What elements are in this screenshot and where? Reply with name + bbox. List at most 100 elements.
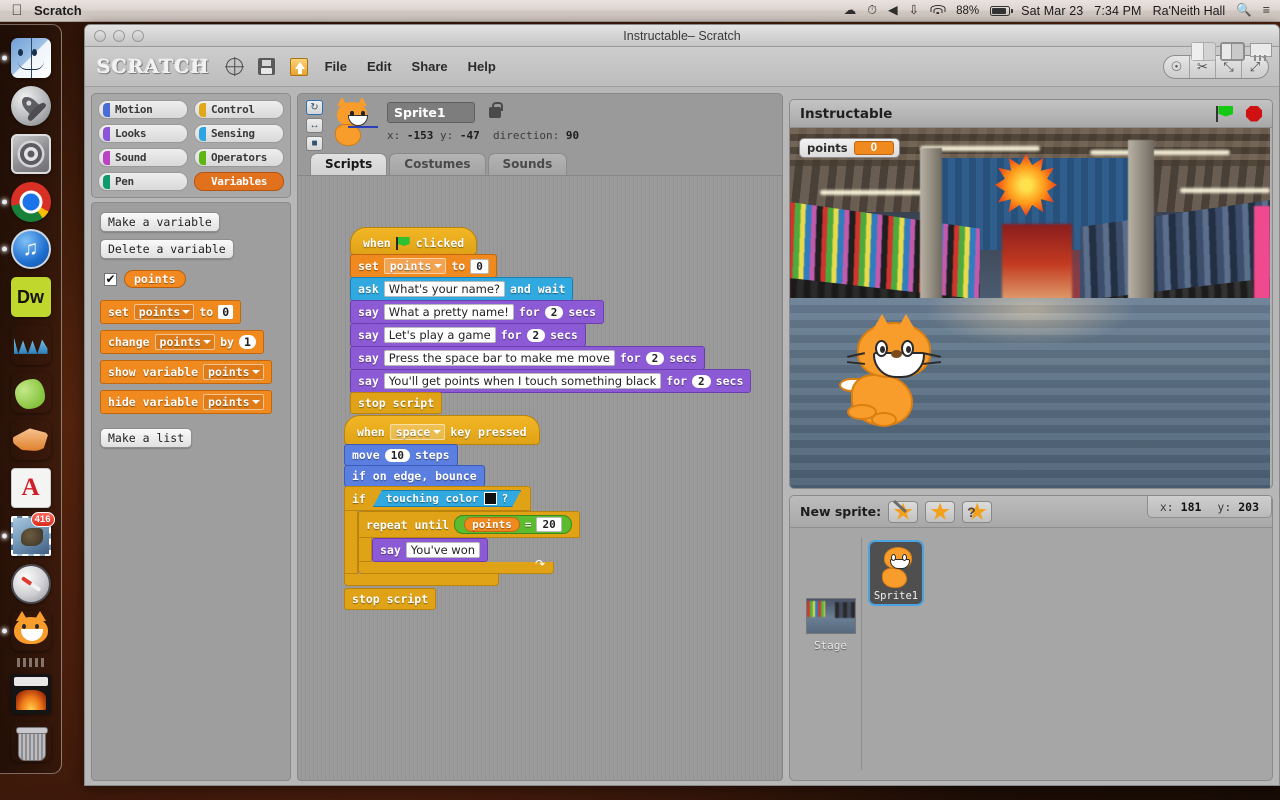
dock-item-word-app[interactable] <box>9 324 53 367</box>
variable-watcher-row[interactable]: points <box>104 270 282 288</box>
script-stack-green-flag[interactable]: when clicked set points to 0 ask What's … <box>350 227 752 414</box>
palette-block-hide-variable[interactable]: hide variable points <box>100 390 272 414</box>
set-value-input[interactable]: 0 <box>470 258 489 274</box>
lock-icon[interactable] <box>489 102 503 118</box>
stamp-icon[interactable]: ☉ <box>1164 55 1190 78</box>
block-when-key-pressed[interactable]: when space key pressed <box>344 415 540 445</box>
say-secs-input-1[interactable]: 2 <box>544 305 564 319</box>
say-text-input[interactable]: You've won <box>405 542 481 558</box>
block-say[interactable]: say You've won <box>372 538 489 562</box>
dock-item-green-app[interactable] <box>9 371 53 414</box>
dock-item-safari[interactable] <box>9 562 53 605</box>
dock-item-powerpoint-app[interactable] <box>9 419 53 462</box>
category-sound[interactable]: Sound <box>98 148 188 167</box>
category-control[interactable]: Control <box>194 100 284 119</box>
stop-sign-icon[interactable] <box>1246 105 1262 122</box>
search-icon[interactable]: 🔍 <box>1236 4 1252 17</box>
globe-icon[interactable] <box>224 56 246 78</box>
color-swatch-icon[interactable] <box>484 492 497 505</box>
flip-horizontal-icon[interactable]: ↔ <box>306 118 323 133</box>
tab-scripts[interactable]: Scripts <box>310 153 388 175</box>
dock-item-scratch[interactable] <box>9 610 53 653</box>
green-flag-icon[interactable] <box>1216 105 1234 122</box>
normal-stage-icon[interactable] <box>1220 41 1245 61</box>
category-sensing[interactable]: Sensing <box>194 124 284 143</box>
ask-question-input[interactable]: What's your name? <box>383 281 506 297</box>
delete-a-variable-button[interactable]: Delete a variable <box>100 239 234 259</box>
hide-variable-dropdown[interactable]: points <box>203 394 264 410</box>
apple-menu-icon[interactable]:  <box>0 3 34 18</box>
menubar-date[interactable]: Sat Mar 23 <box>1021 4 1083 18</box>
dock-item-trash[interactable] <box>9 720 53 763</box>
dock-item-mail[interactable]: 416 <box>9 511 55 558</box>
wifi-icon[interactable] <box>930 5 946 16</box>
points-reporter[interactable]: points <box>464 517 520 532</box>
volume-icon[interactable]: ◀ <box>888 4 898 17</box>
say-text-input-3[interactable]: Press the space bar to make me move <box>383 350 615 366</box>
make-a-list-button[interactable]: Make a list <box>100 428 193 448</box>
block-say-for-secs-3[interactable]: say Press the space bar to make me move … <box>350 346 705 370</box>
sprite-list[interactable]: Stage Sprite1 <box>790 528 1272 780</box>
set-variable-dropdown[interactable]: points <box>383 258 447 274</box>
variable-checkbox[interactable] <box>104 272 117 286</box>
category-operators[interactable]: Operators <box>194 148 284 167</box>
battery-icon[interactable] <box>990 5 1013 16</box>
dock-item-google-chrome[interactable] <box>9 180 53 223</box>
small-stage-icon[interactable] <box>1191 41 1216 61</box>
palette-block-change-variable[interactable]: change points by 1 <box>100 330 264 354</box>
block-if-on-edge-bounce[interactable]: if on edge, bounce <box>344 465 485 487</box>
stage-thumbnail[interactable] <box>805 598 856 634</box>
export-icon[interactable] <box>288 56 310 78</box>
menu-help[interactable]: Help <box>463 57 501 76</box>
change-variable-dropdown[interactable]: points <box>154 334 216 350</box>
dock-item-adobe-acrobat[interactable] <box>9 467 53 510</box>
palette-blocks-list[interactable]: Make a variable Delete a variable points… <box>91 202 291 781</box>
no-rotate-icon[interactable]: ■ <box>306 136 323 151</box>
import-sprite-icon[interactable] <box>925 500 956 523</box>
say-secs-input-2[interactable]: 2 <box>526 328 546 342</box>
rotate-icon[interactable]: ↻ <box>306 100 323 115</box>
variable-watcher-points[interactable]: points 0 <box>799 138 901 158</box>
key-dropdown[interactable]: space <box>389 424 446 440</box>
dock-item-fireplace-folder[interactable] <box>9 672 53 715</box>
say-text-input-4[interactable]: You'll get points when I touch something… <box>383 373 662 389</box>
script-stack-key-pressed[interactable]: when space key pressed move 10 steps if … <box>344 415 580 610</box>
if-header[interactable]: if touching color ? <box>344 486 532 511</box>
block-move-steps[interactable]: move 10 steps <box>344 444 458 466</box>
palette-block-set-variable[interactable]: set points to 0 <box>100 300 242 324</box>
set-value-input[interactable]: 0 <box>218 305 234 319</box>
presentation-icon[interactable] <box>1249 42 1272 61</box>
block-stop-script-2[interactable]: stop script <box>344 588 437 610</box>
category-looks[interactable]: Looks <box>98 124 188 143</box>
active-app-name[interactable]: Scratch <box>34 3 96 18</box>
stage-canvas[interactable]: points 0 <box>790 128 1270 488</box>
battery-percent[interactable]: 88% <box>956 5 979 17</box>
block-ask-and-wait[interactable]: ask What's your name? and wait <box>350 277 574 301</box>
block-when-green-flag-clicked[interactable]: when clicked <box>350 227 478 255</box>
menubar-user[interactable]: Ra'Neith Hall <box>1153 4 1226 18</box>
make-a-variable-button[interactable]: Make a variable <box>100 212 220 232</box>
palette-block-show-variable[interactable]: show variable points <box>100 360 272 384</box>
paint-new-sprite-icon[interactable] <box>888 499 919 523</box>
time-machine-icon[interactable]: ⏱ <box>867 4 877 17</box>
category-pen[interactable]: Pen <box>98 172 188 191</box>
sprite-tile-sprite1[interactable]: Sprite1 <box>868 540 924 606</box>
set-variable-dropdown[interactable]: points <box>133 304 195 320</box>
tab-costumes[interactable]: Costumes <box>389 153 486 175</box>
say-secs-input-3[interactable]: 2 <box>645 351 665 365</box>
category-motion[interactable]: Motion <box>98 100 188 119</box>
block-set-points-to[interactable]: set points to 0 <box>350 254 497 278</box>
stage-sprite-cat[interactable] <box>839 314 945 433</box>
show-variable-dropdown[interactable]: points <box>203 364 264 380</box>
say-text-input-2[interactable]: Let's play a game <box>383 327 496 343</box>
category-variables[interactable]: Variables <box>194 172 284 191</box>
notification-center-icon[interactable]: ≡ <box>1263 4 1270 17</box>
block-stop-script-1[interactable]: stop script <box>350 392 443 414</box>
block-say-for-secs-2[interactable]: say Let's play a game for 2 secs <box>350 323 586 347</box>
block-if-touching-color[interactable]: if touching color ? repeat until points … <box>344 486 580 586</box>
scripts-canvas[interactable]: when clicked set points to 0 ask What's … <box>297 175 783 781</box>
menu-share[interactable]: Share <box>407 57 453 76</box>
dock-item-dreamweaver[interactable]: Dw <box>9 276 53 319</box>
dock-item-launchpad[interactable] <box>9 85 53 128</box>
block-say-for-secs-1[interactable]: say What a pretty name! for 2 secs <box>350 300 605 324</box>
